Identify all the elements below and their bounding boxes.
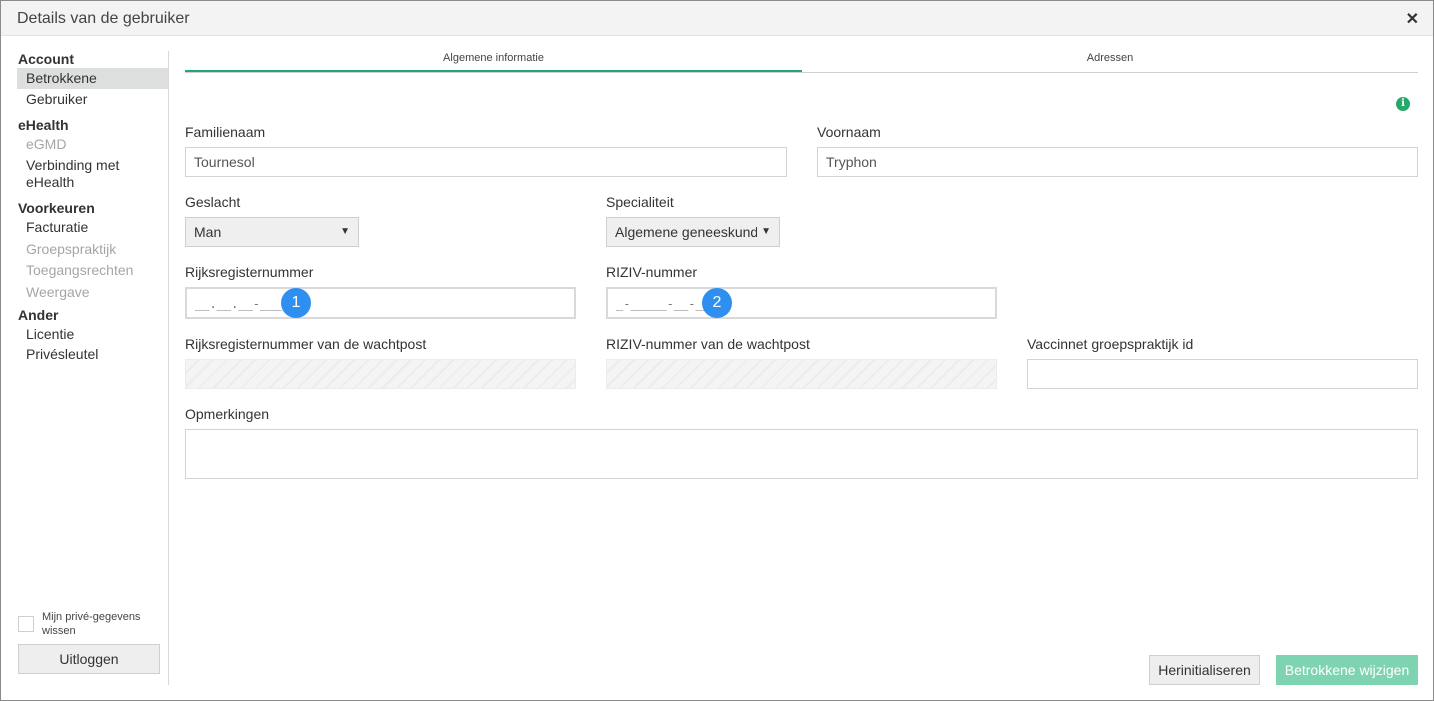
sidebar-group-ehealth: eHealth: [18, 117, 69, 133]
sidebar-item-privesleutel[interactable]: Privésleutel: [17, 344, 168, 365]
rijksregisternummer-field[interactable]: __.__.__-___.__: [185, 287, 576, 319]
vaccinnet-field[interactable]: [1027, 359, 1418, 389]
sidebar-item-betrokkene[interactable]: Betrokkene: [17, 68, 168, 89]
sidebar-item-toegangsrechten: Toegangsrechten: [26, 262, 134, 278]
rijks-wachtpost-field: [185, 359, 576, 389]
logout-button[interactable]: Uitloggen: [18, 644, 160, 674]
sidebar-item-groepspraktijk: Groepspraktijk: [26, 241, 117, 257]
sidebar-item-egmd: eGMD: [26, 136, 67, 152]
vaccinnet-label: Vaccinnet groepspraktijk id: [1027, 336, 1194, 352]
reset-button[interactable]: Herinitialiseren: [1149, 655, 1260, 685]
tab-adressen[interactable]: Adressen: [802, 51, 1418, 73]
tab-algemene-informatie[interactable]: Algemene informatie: [185, 51, 802, 72]
clear-private-data-label: Mijn privé-gegevens wissen: [42, 611, 141, 637]
riziv-label: RIZIV-nummer: [606, 264, 698, 280]
geslacht-label: Geslacht: [185, 194, 241, 210]
close-icon[interactable]: ✕: [1406, 9, 1419, 29]
save-button[interactable]: Betrokkene wijzigen: [1276, 655, 1418, 685]
riziv-field[interactable]: _-_____-__-___: [606, 287, 997, 319]
dropdown-arrow-icon: ▼: [336, 218, 350, 246]
sidebar-item-gebruiker[interactable]: Gebruiker: [17, 89, 168, 110]
rijks-wachtpost-label: Rijksregisternummer van de wachtpost: [185, 336, 427, 352]
opmerkingen-label: Opmerkingen: [185, 406, 270, 422]
specialiteit-label: Specialiteit: [606, 194, 674, 210]
riziv-wachtpost-label: RIZIV-nummer van de wachtpost: [606, 336, 810, 352]
sidebar-item-verbinding-ehealth[interactable]: Verbinding met eHealth: [17, 154, 137, 191]
clear-private-data-checkbox[interactable]: [18, 616, 34, 632]
geslacht-value: Man: [194, 224, 222, 240]
dropdown-arrow-icon: ▼: [757, 218, 771, 246]
dialog-title: Details van de gebruiker: [17, 10, 190, 27]
callout-badge-2: 2: [702, 288, 732, 318]
sidebar-item-licentie[interactable]: Licentie: [17, 324, 168, 344]
familienaam-field[interactable]: Tournesol: [185, 147, 787, 177]
familienaam-label: Familienaam: [185, 124, 266, 140]
sidebar-item-weergave: Weergave: [26, 284, 90, 300]
settings-sidebar: Account Betrokkene Gebruiker eHealth eGM…: [17, 51, 169, 685]
tab-bar: Algemene informatie Adressen: [185, 51, 1418, 73]
sidebar-group-voorkeuren: Voorkeuren: [18, 200, 95, 216]
info-icon[interactable]: i: [1396, 97, 1410, 111]
geslacht-select[interactable]: Man ▼: [185, 217, 359, 247]
riziv-wachtpost-field: [606, 359, 997, 389]
sidebar-item-facturatie[interactable]: Facturatie: [17, 217, 168, 238]
user-details-dialog: Details van de gebruiker ✕ Account Betro…: [0, 0, 1434, 701]
specialiteit-value: Algemene geneeskunde: [615, 224, 767, 240]
specialiteit-select[interactable]: Algemene geneeskunde ▼: [606, 217, 780, 247]
opmerkingen-textarea[interactable]: [185, 429, 1418, 479]
dialog-titlebar: Details van de gebruiker ✕: [1, 1, 1433, 36]
sidebar-group-ander: Ander: [18, 307, 59, 323]
sidebar-group-account: Account: [18, 51, 74, 67]
callout-badge-1: 1: [281, 288, 311, 318]
voornaam-label: Voornaam: [817, 124, 881, 140]
voornaam-field[interactable]: Tryphon: [817, 147, 1418, 177]
rijksregisternummer-label: Rijksregisternummer: [185, 264, 314, 280]
